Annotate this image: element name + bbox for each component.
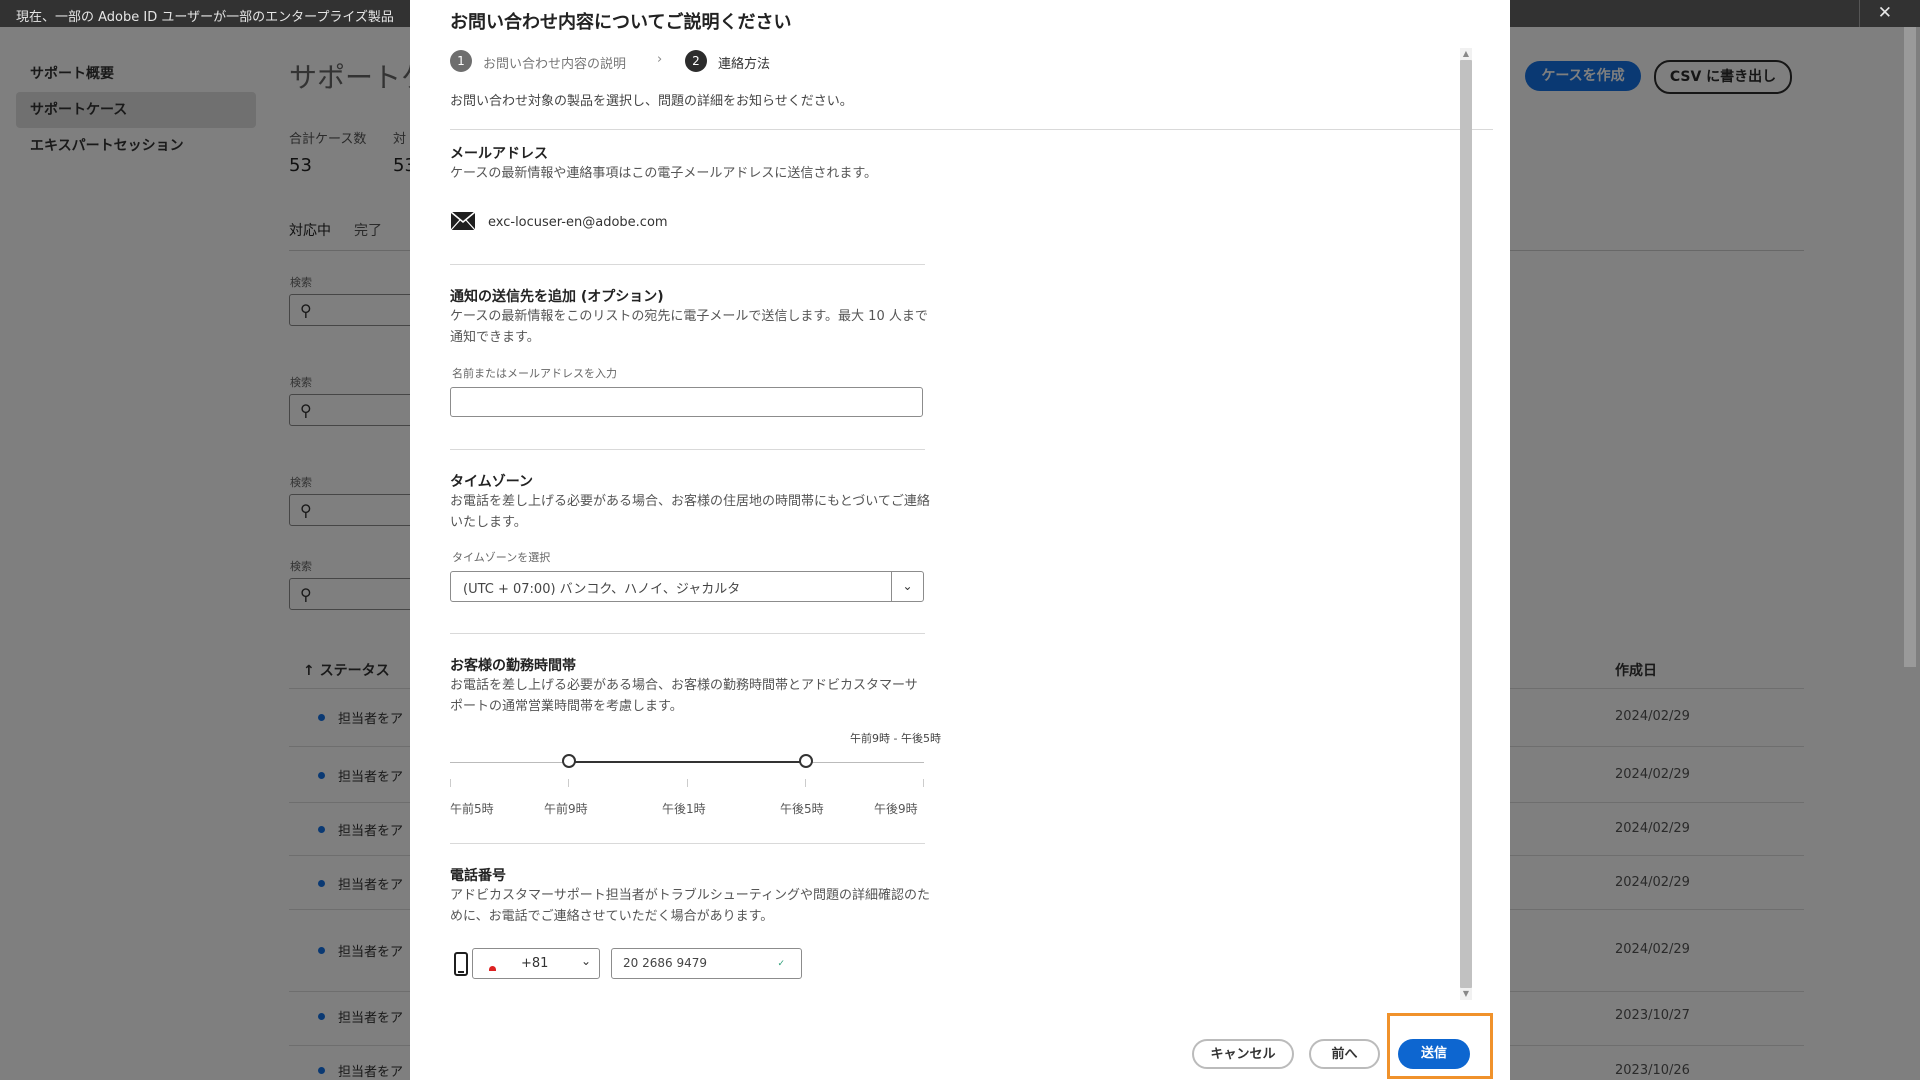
hours-description: お電話を差し上げる必要がある場合、お客様の勤務時間帯とアドビカスタマーサポートの… (450, 678, 918, 714)
tick-label: 午後5時 (780, 802, 824, 816)
slider-start-handle[interactable] (561, 754, 576, 768)
divider (450, 633, 925, 634)
dialog-title: お問い合わせ内容についてご説明ください (450, 12, 792, 33)
slider-tick (450, 779, 451, 787)
mobile-phone-icon (454, 952, 468, 976)
tick-label: 午前9時 (544, 802, 588, 816)
email-heading: メールアドレス (450, 146, 548, 162)
dialog-description: お問い合わせ対象の製品を選択し、問題の詳細をお知らせください。 (450, 94, 853, 109)
dialog-scrollbar-thumb[interactable] (1460, 60, 1472, 988)
step-label: お問い合わせ内容の説明 (483, 57, 627, 72)
timezone-field-label: タイムゾーンを選択 (452, 551, 551, 564)
tick-label: 午前5時 (450, 802, 494, 816)
chevron-down-icon: ⌄ (580, 954, 591, 968)
focus-highlight (1387, 1013, 1493, 1079)
slider-end-handle[interactable] (798, 754, 813, 768)
tick-label: 午後1時 (662, 802, 706, 816)
timezone-select[interactable]: (UTC + 07:00) バンコク、ハノイ、ジャカルタ ⌄ (450, 571, 924, 602)
timezone-heading: タイムゾーン (450, 474, 534, 490)
phone-number-value: 20 2686 9479 (623, 956, 707, 970)
timezone-value: (UTC + 07:00) バンコク、ハノイ、ジャカルタ (463, 582, 741, 597)
notify-heading: 通知の送信先を追加 (オプション) (450, 289, 664, 305)
notify-recipient-input[interactable] (450, 387, 923, 417)
divider (450, 264, 925, 265)
divider (450, 129, 1493, 130)
divider (450, 449, 925, 450)
previous-button[interactable]: 前へ (1309, 1039, 1380, 1069)
cancel-button[interactable]: キャンセル (1192, 1039, 1294, 1069)
hours-heading: お客様の勤務時間帯 (450, 658, 576, 674)
slider-tick (687, 779, 688, 787)
mail-icon (450, 211, 476, 231)
slider-tick (923, 779, 924, 787)
scroll-up-icon[interactable]: ▲ (1460, 48, 1472, 60)
country-flag-icon (489, 966, 496, 971)
country-code-select[interactable]: +81 ⌄ (472, 948, 600, 979)
contact-dialog: お問い合わせ内容についてご説明ください 1 お問い合わせ内容の説明 › 2 連絡… (410, 0, 1510, 1080)
email-description: ケースの最新情報や連絡事項はこの電子メールアドレスに送信されます。 (450, 166, 878, 181)
slider-tick (568, 779, 569, 787)
notice-text: 現在、一部の Adobe ID ユーザーが一部のエンタープライズ製品 (16, 10, 394, 25)
divider (450, 843, 925, 844)
notice-divider (1859, 0, 1860, 27)
tick-label: 午後9時 (874, 802, 918, 816)
chevron-right-icon: › (657, 52, 663, 67)
phone-number-input[interactable]: 20 2686 9479 ✓ (611, 948, 802, 979)
slider-tick (805, 779, 806, 787)
phone-heading: 電話番号 (450, 868, 506, 884)
page-scrollbar[interactable] (1904, 27, 1916, 667)
notify-description: ケースの最新情報をこのリストの宛先に電子メールで送信します。最大 10 人まで通… (450, 309, 928, 345)
close-icon[interactable]: ✕ (1878, 3, 1892, 23)
chevron-down-icon[interactable]: ⌄ (891, 572, 923, 601)
country-code-value: +81 (521, 956, 549, 971)
scroll-down-icon[interactable]: ▼ (1460, 988, 1472, 1000)
step-number: 1 (450, 50, 472, 72)
phone-description: アドビカスタマーサポート担当者がトラブルシューティングや問題の詳細確認のために、… (450, 888, 930, 924)
notify-field-label: 名前またはメールアドレスを入力 (452, 367, 617, 380)
timezone-description: お電話を差し上げる必要がある場合、お客様の住居地の時間帯にもとづいてご連絡いたし… (450, 494, 930, 530)
hours-range-value: 午前9時 - 午後5時 (850, 732, 941, 745)
valid-check-icon: ✓ (777, 959, 785, 969)
step-number: 2 (685, 50, 707, 72)
hours-slider-fill (568, 761, 806, 763)
email-address: exc-locuser-en@adobe.com (488, 215, 668, 230)
step-label: 連絡方法 (718, 57, 771, 72)
